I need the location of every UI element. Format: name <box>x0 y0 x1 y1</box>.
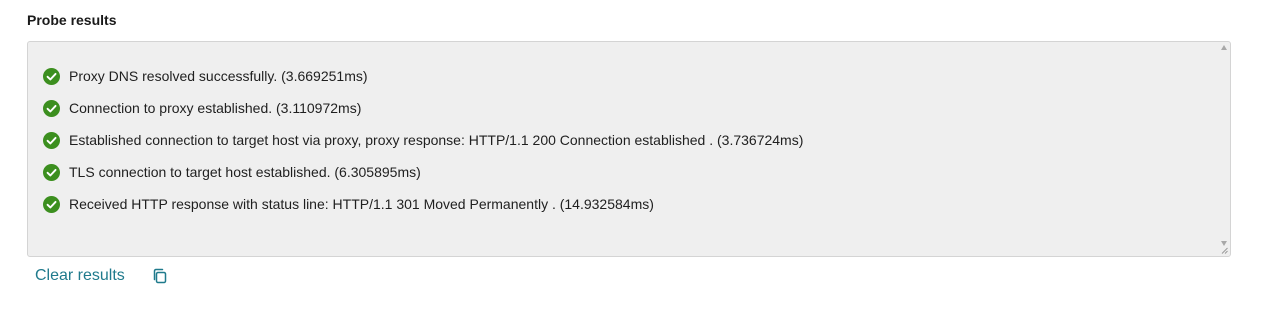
copy-results-button[interactable] <box>152 268 168 284</box>
result-row: Connection to proxy established. (3.1109… <box>43 92 803 124</box>
result-text: Established connection to target host vi… <box>69 132 804 148</box>
result-text: TLS connection to target host establishe… <box>69 164 421 180</box>
result-text: Received HTTP response with status line:… <box>69 196 654 212</box>
results-box[interactable]: Proxy DNS resolved successfully. (3.6692… <box>27 41 1231 257</box>
resize-handle-icon[interactable] <box>1221 247 1228 254</box>
clear-results-link[interactable]: Clear results <box>35 266 125 286</box>
result-row: TLS connection to target host establishe… <box>43 156 803 188</box>
result-text: Connection to proxy established. (3.1109… <box>69 100 362 116</box>
result-row: Proxy DNS resolved successfully. (3.6692… <box>43 60 803 92</box>
check-circle-icon <box>43 99 60 117</box>
results-list: Proxy DNS resolved successfully. (3.6692… <box>43 60 803 220</box>
check-circle-icon <box>43 195 60 213</box>
result-row: Received HTTP response with status line:… <box>43 188 803 220</box>
result-row: Established connection to target host vi… <box>43 124 803 156</box>
result-text: Proxy DNS resolved successfully. (3.6692… <box>69 68 368 84</box>
check-circle-icon <box>43 163 60 181</box>
scroll-up-arrow-icon[interactable] <box>1221 45 1227 50</box>
probe-results-panel: Probe results Proxy DNS resolved success… <box>0 0 1270 310</box>
section-title: Probe results <box>27 12 117 28</box>
copy-icon <box>153 268 167 284</box>
check-circle-icon <box>43 131 60 149</box>
check-circle-icon <box>43 67 60 85</box>
scroll-down-arrow-icon[interactable] <box>1221 241 1227 246</box>
results-actions: Clear results <box>35 266 168 286</box>
